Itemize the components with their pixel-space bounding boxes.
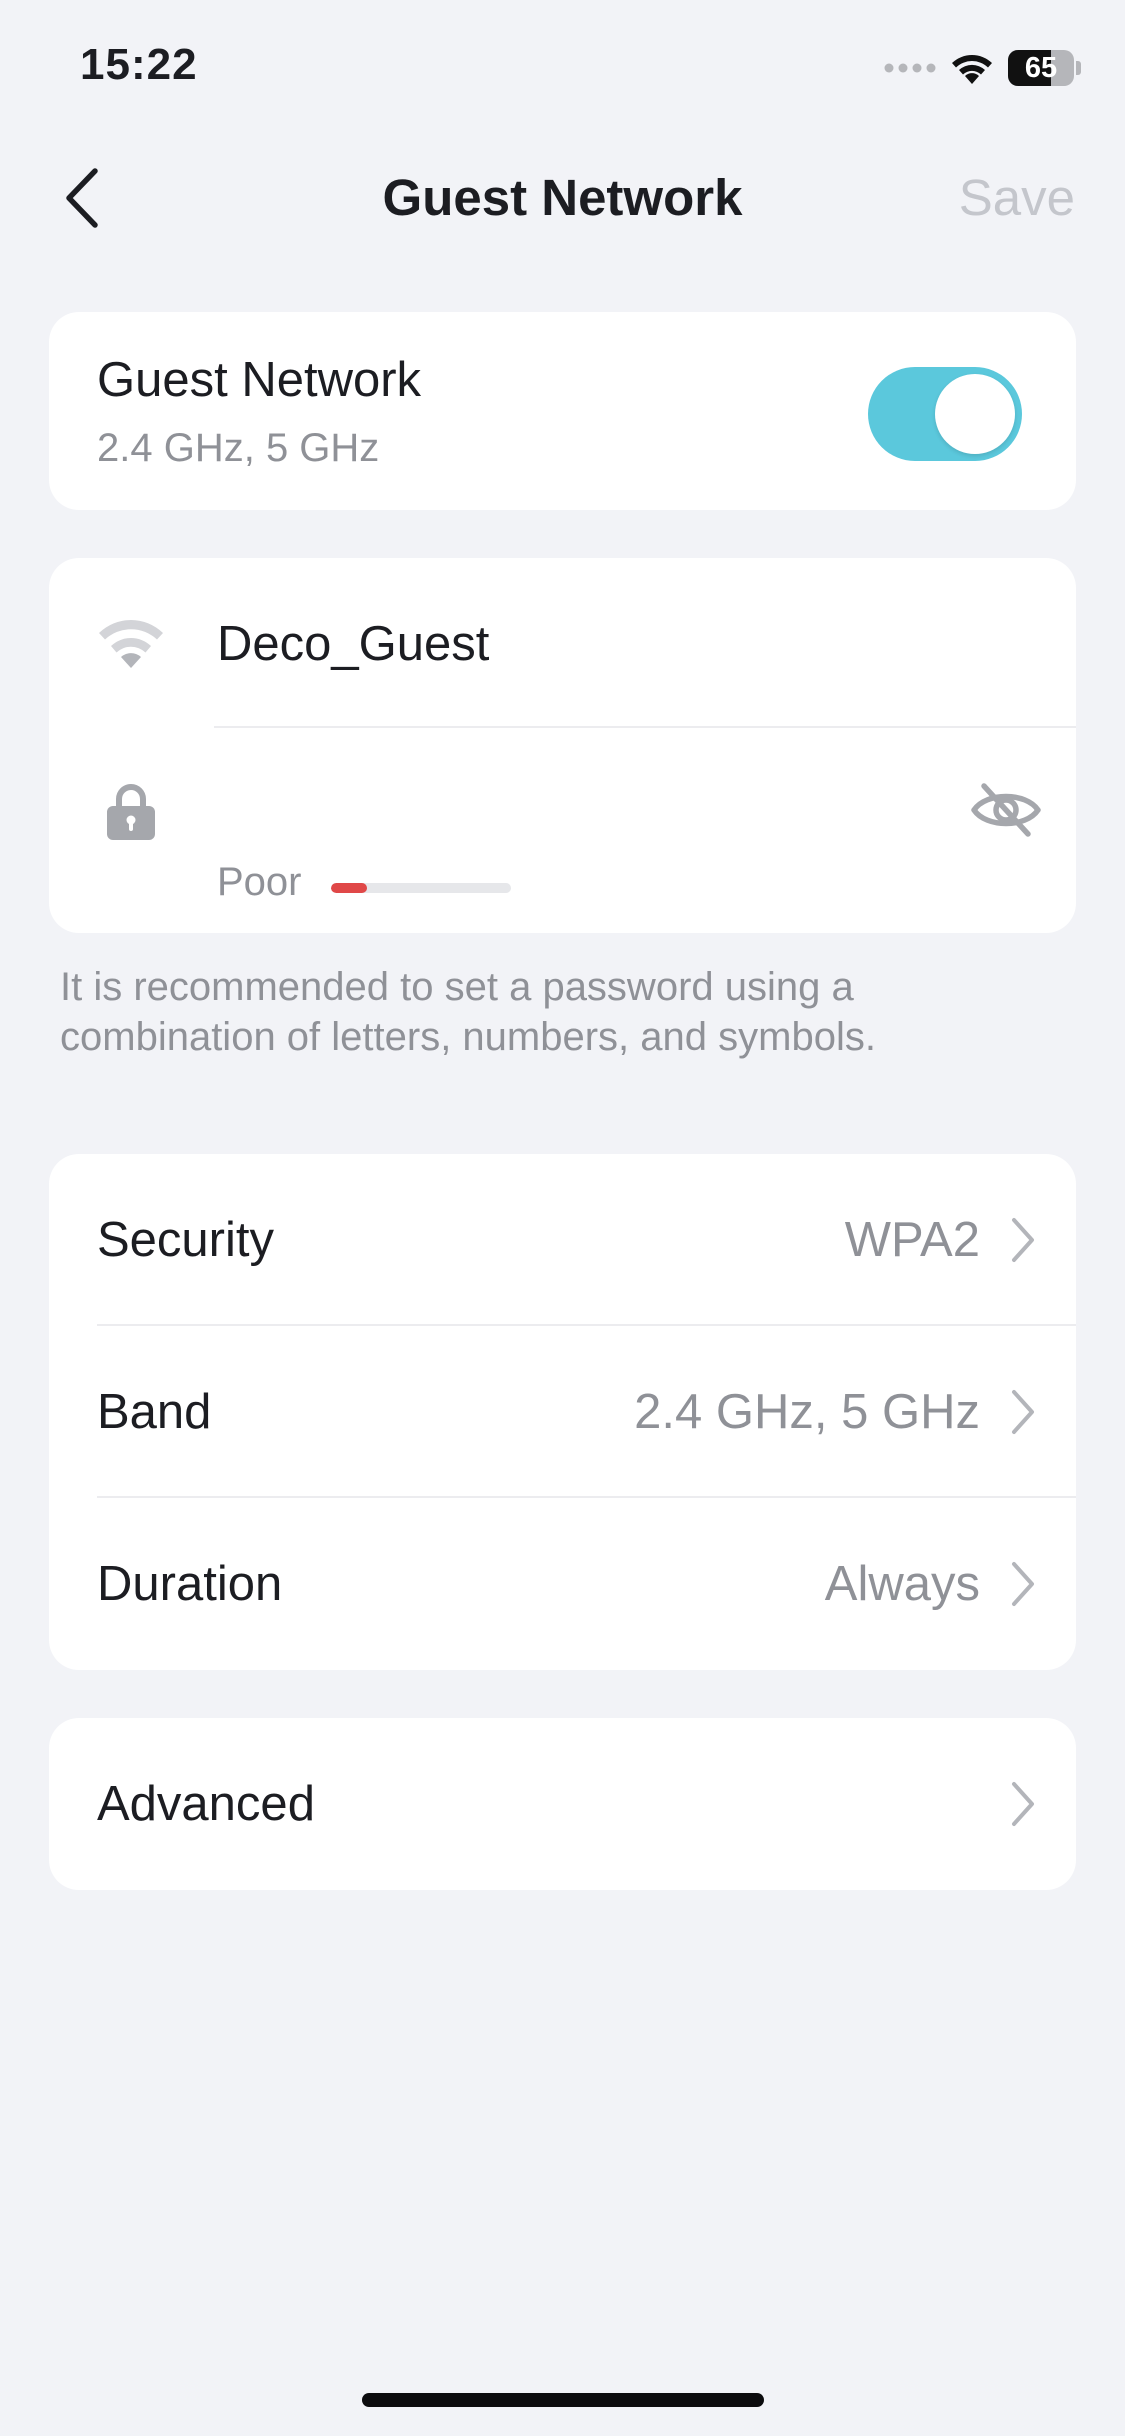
eye-off-icon[interactable]: [970, 780, 1042, 840]
band-row[interactable]: Band 2.4 GHz, 5 GHz: [49, 1326, 1076, 1498]
chevron-right-icon: [1012, 1562, 1034, 1606]
duration-row[interactable]: Duration Always: [49, 1498, 1076, 1670]
guest-network-bands: 2.4 GHz, 5 GHz: [97, 426, 380, 470]
status-time: 15:22: [80, 40, 198, 89]
lock-icon: [107, 784, 155, 840]
band-value: 2.4 GHz, 5 GHz: [634, 1385, 980, 1439]
credentials-card: Deco_Guest Poor: [49, 558, 1076, 933]
password-strength-fill: [331, 883, 367, 893]
wifi-icon: [99, 620, 163, 668]
guest-network-toggle[interactable]: [868, 367, 1022, 461]
battery-cap: [1076, 61, 1081, 75]
chevron-right-icon: [1012, 1390, 1034, 1434]
ssid-input[interactable]: Deco_Guest: [217, 616, 489, 672]
advanced-row[interactable]: Advanced: [49, 1718, 1076, 1890]
settings-card: Security WPA2 Band 2.4 GHz, 5 GHz Durati…: [49, 1154, 1076, 1670]
password-strength-bar: [331, 883, 511, 893]
advanced-label: Advanced: [97, 1777, 315, 1831]
status-icons: 65: [884, 48, 1081, 88]
battery-level: 65: [1024, 52, 1058, 84]
chevron-right-icon: [1012, 1218, 1034, 1262]
cellular-signal-icon: [884, 63, 936, 73]
security-row[interactable]: Security WPA2: [49, 1154, 1076, 1326]
divider: [214, 726, 1076, 728]
chevron-right-icon: [1012, 1782, 1034, 1826]
duration-value: Always: [824, 1557, 980, 1611]
wifi-status-icon: [952, 55, 992, 84]
guest-network-card: Guest Network 2.4 GHz, 5 GHz: [49, 312, 1076, 510]
toggle-knob: [935, 374, 1015, 454]
security-value: WPA2: [844, 1213, 980, 1267]
advanced-row-content: Advanced: [49, 1718, 1076, 1890]
band-label: Band: [97, 1385, 212, 1439]
save-button[interactable]: Save: [959, 168, 1075, 227]
duration-label: Duration: [97, 1557, 283, 1611]
page-title: Guest Network: [382, 169, 743, 226]
guest-network-title: Guest Network: [97, 353, 422, 407]
battery-icon: 65: [1008, 50, 1074, 86]
security-label: Security: [97, 1213, 275, 1267]
password-strength-label: Poor: [217, 860, 302, 904]
home-indicator[interactable]: [362, 2393, 764, 2407]
password-hint: It is recommended to set a password usin…: [60, 965, 876, 1059]
password-input[interactable]: [217, 756, 917, 826]
